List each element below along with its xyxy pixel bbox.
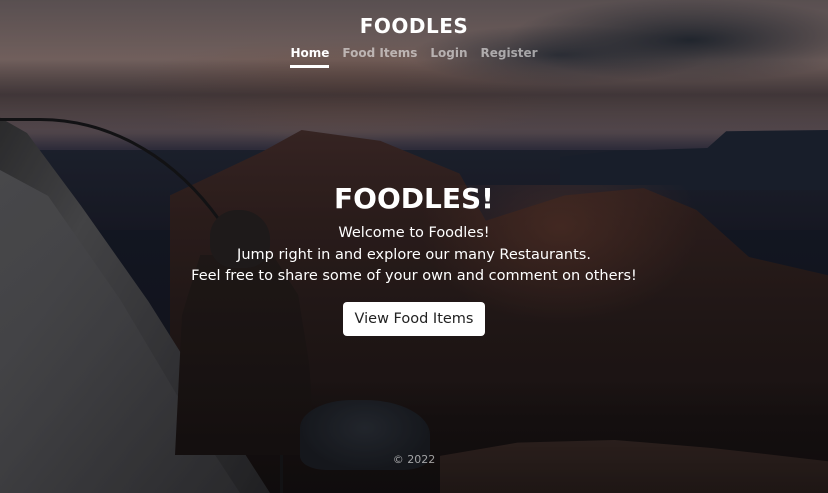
nav-link-register[interactable]: Register — [481, 46, 538, 68]
copyright-text: © 2022 — [392, 453, 436, 466]
site-footer: © 2022 — [0, 453, 828, 466]
hero-welcome-line: Welcome to Foodles! — [338, 225, 490, 241]
brand-title[interactable]: FOODLES — [360, 14, 469, 38]
hero-title: FOODLES! — [334, 182, 494, 215]
hero-share-line: Feel free to share some of your own and … — [191, 268, 637, 284]
main-nav: Home Food Items Login Register — [0, 46, 828, 68]
view-food-items-button[interactable]: View Food Items — [342, 301, 486, 336]
nav-link-login[interactable]: Login — [430, 46, 467, 68]
hero-explore-line: Jump right in and explore our many Resta… — [237, 246, 591, 263]
hero-section: FOODLES! Welcome to Foodles! Jump right … — [0, 182, 828, 336]
nav-link-food-items[interactable]: Food Items — [342, 46, 417, 68]
nav-link-home[interactable]: Home — [290, 46, 330, 68]
site-header: FOODLES Home Food Items Login Register — [0, 14, 828, 68]
